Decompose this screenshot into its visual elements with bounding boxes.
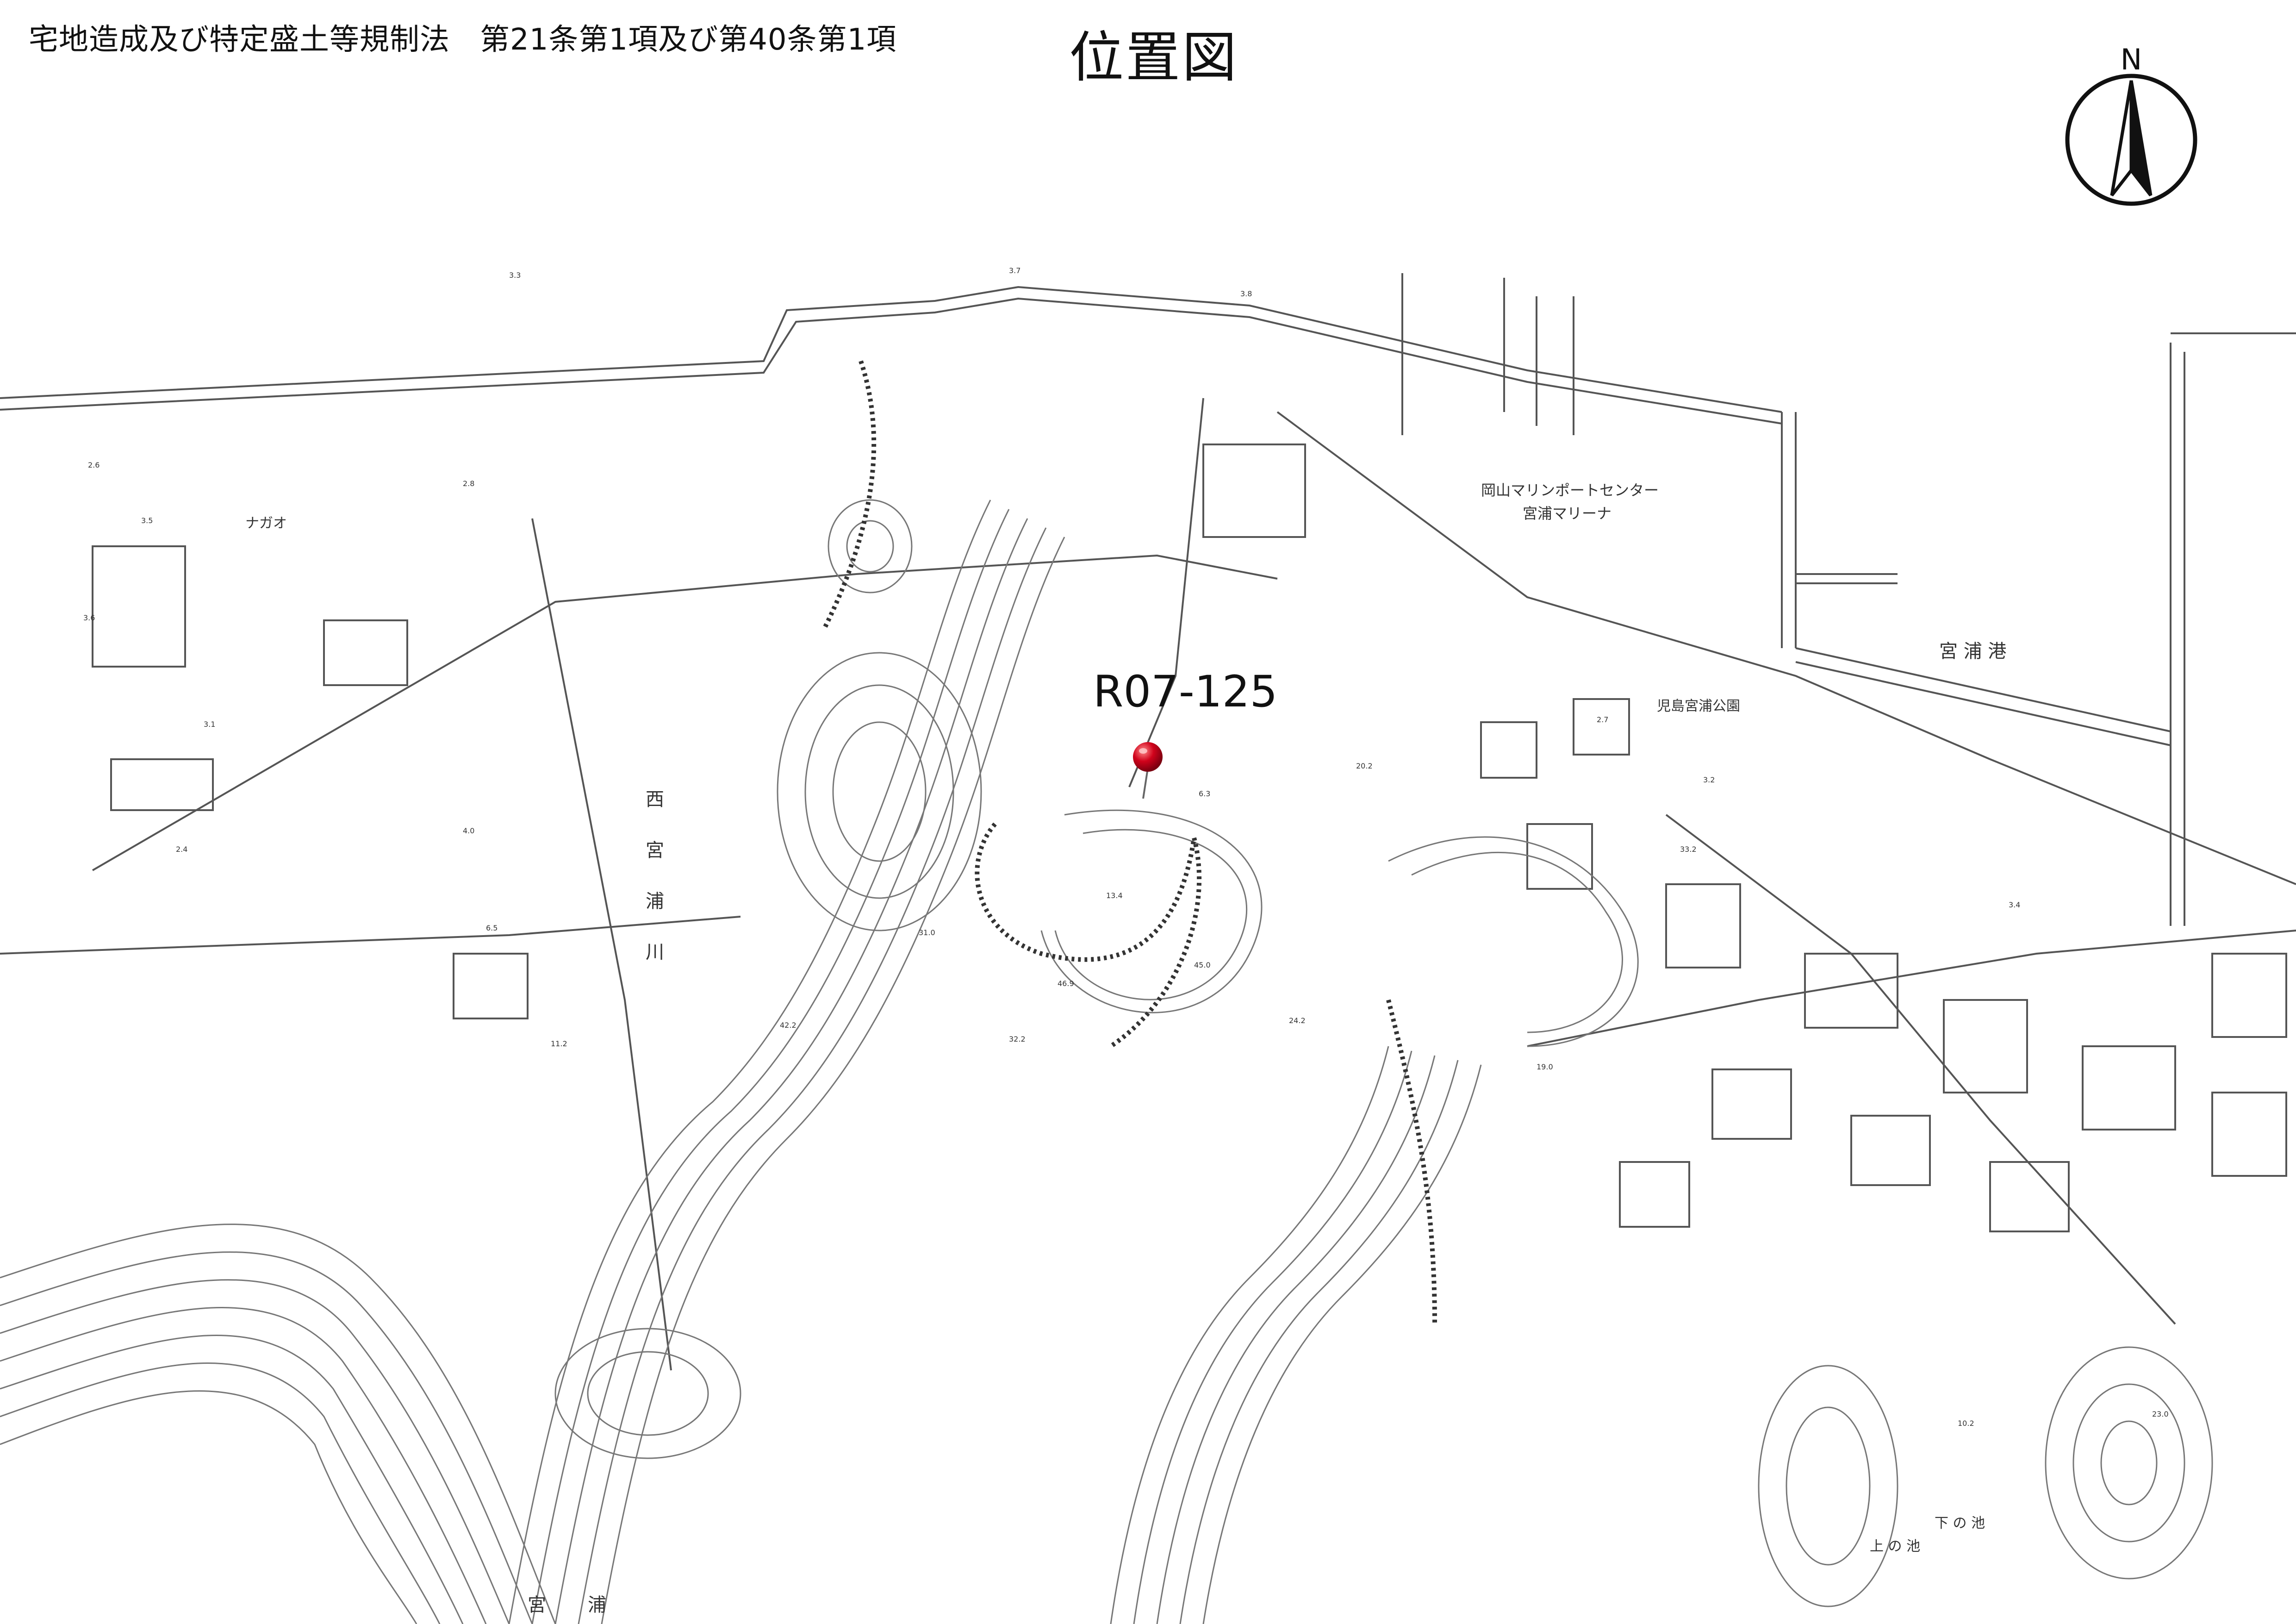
spot-height-label: 23.0: [2152, 1410, 2169, 1418]
spot-height-label: 31.0: [919, 928, 935, 937]
spot-height-label: 3.4: [2009, 900, 2020, 909]
spot-height-label: 2.4: [176, 845, 187, 854]
place-label-marina: 宮浦マリーナ: [1523, 505, 1612, 522]
site-id-label: R07-125: [1093, 667, 1278, 717]
spot-height-label: 3.2: [1703, 775, 1715, 784]
place-label-marina-center: 岡山マリンポートセンター: [1481, 481, 1659, 499]
spot-height-label: 32.2: [1009, 1035, 1026, 1043]
seawall-line: [0, 286, 1782, 413]
river-label-1: 西: [646, 789, 664, 810]
river-label-3: 浦: [646, 891, 664, 912]
spot-height-label: 10.2: [1958, 1419, 1974, 1428]
place-label-bottom-2: 浦: [588, 1594, 606, 1616]
topographic-map: 岡山マリンポートセンター 宮浦マリーナ 宮 浦 港 児島宮浦公園 西 宮 浦 川…: [0, 266, 2296, 1624]
spot-heights: 31.0 46.9 42.2 45.0 24.2 32.2 13.4 19.0 33.2 10.2…: [83, 266, 2169, 1428]
spot-height-label: 3.1: [204, 720, 215, 729]
spot-height-label: 6.3: [1199, 789, 1210, 798]
place-label-katakana-area: ナガオ: [245, 515, 287, 531]
spot-height-label: 2.8: [463, 479, 474, 488]
place-label-upper-pond: 上 の 池: [1870, 1538, 1920, 1555]
north-arrow-icon: [2065, 74, 2197, 206]
spot-height-label: 3.6: [83, 613, 95, 622]
spot-height-label: 6.5: [486, 924, 498, 932]
spot-height-label: 2.7: [1597, 715, 1608, 724]
spot-height-label: 3.3: [509, 271, 521, 280]
place-label-bottom-1: 宮: [528, 1594, 546, 1616]
river-label-4: 川: [646, 942, 664, 963]
spot-height-label: 42.2: [780, 1021, 796, 1030]
spot-height-label: 3.5: [141, 516, 153, 525]
spot-height-label: 24.2: [1289, 1016, 1306, 1025]
law-reference-title: 宅地造成及び特定盛土等規制法 第21条第1項及び第40条第1項: [29, 23, 897, 57]
red-pushpin-icon: [1133, 742, 1163, 799]
north-arrow: N: [2062, 43, 2201, 209]
spot-height-label: 3.8: [1240, 289, 1252, 298]
spot-height-label: 46.9: [1058, 979, 1074, 988]
spot-height-label: 3.7: [1009, 266, 1020, 275]
spot-height-label: 20.2: [1356, 762, 1373, 770]
spot-height-label: 19.0: [1537, 1062, 1553, 1071]
spot-height-label: 2.6: [88, 461, 100, 469]
spot-height-label: 45.0: [1194, 961, 1211, 969]
spot-height-label: 4.0: [463, 826, 474, 835]
place-label-lower-pond: 下 の 池: [1935, 1515, 1985, 1531]
place-label-port: 宮 浦 港: [1939, 641, 2006, 662]
river-label-2: 宮: [646, 840, 664, 861]
spot-height-label: 11.2: [551, 1039, 567, 1048]
map-title: 位置図: [1069, 25, 1239, 89]
spot-height-label: 33.2: [1680, 845, 1697, 854]
place-label-park: 児島宮浦公園: [1657, 698, 1740, 714]
spot-height-label: 13.4: [1106, 891, 1123, 900]
location-map: 岡山マリンポートセンター 宮浦マリーナ 宮 浦 港 児島宮浦公園 西 宮 浦 川…: [0, 259, 2296, 1624]
